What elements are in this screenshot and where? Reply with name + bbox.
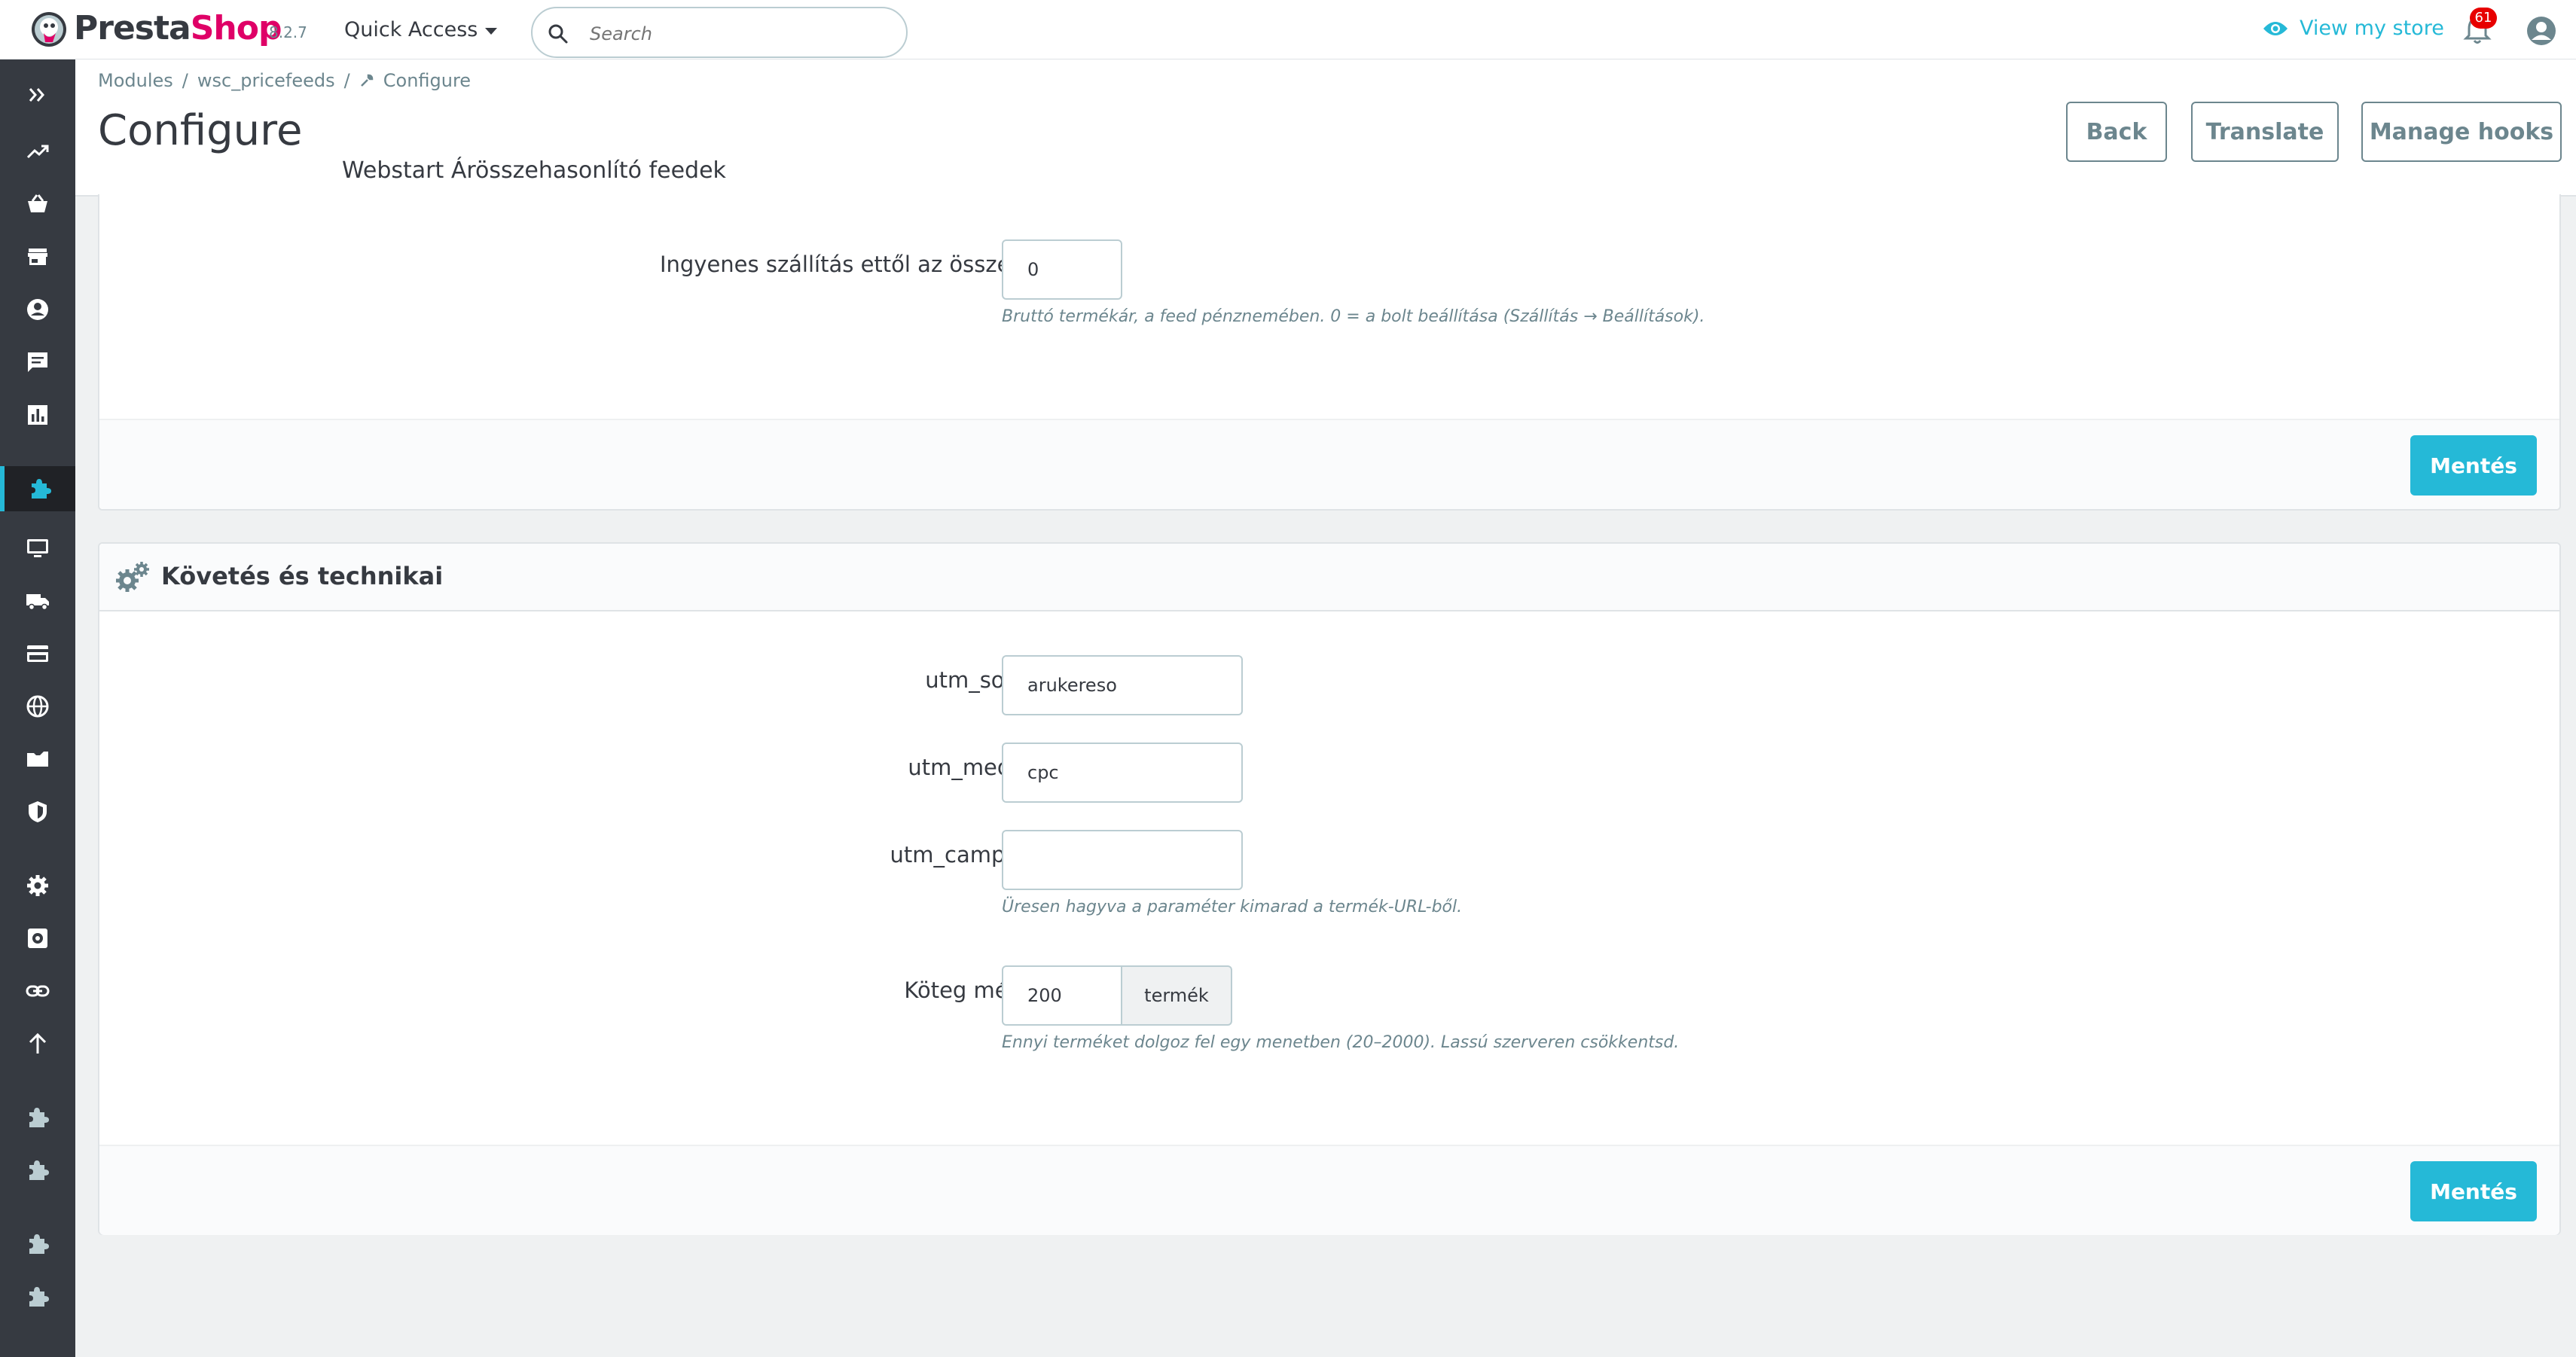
free-shipping-label: Ingyenes szállítás ettől az összegtől [659, 252, 1052, 277]
store-icon [28, 249, 47, 265]
breadcrumb-modules[interactable]: Modules [98, 70, 173, 91]
panel-footer: Mentés [99, 419, 2559, 509]
sidebar-item-customer-service[interactable] [0, 340, 75, 385]
panel-title: Követés és technikai [161, 562, 444, 590]
sidebar-item-payment[interactable] [0, 631, 75, 676]
batch-size-help: Ennyi terméket dolgoz fel egy menetben (… [1002, 1033, 1680, 1052]
sidebar-item-module-1[interactable] [0, 1095, 75, 1140]
chat-icon [28, 352, 47, 372]
notification-badge: 61 [2470, 8, 2497, 29]
sidebar-item-dashboard[interactable] [0, 129, 75, 174]
sidebar-item-international[interactable] [0, 684, 75, 729]
sidebar-item-security[interactable] [0, 789, 75, 834]
wrench-icon [360, 74, 374, 87]
panel-footer: Mentés [99, 1145, 2559, 1235]
page-header: Modules / wsc_pricefeeds / Configure Con… [75, 59, 2576, 197]
version-label: 8.2.7 [269, 23, 307, 41]
search-input[interactable] [590, 19, 891, 49]
sidebar-item-shop-parameters[interactable] [0, 863, 75, 908]
sidebar [0, 59, 75, 1357]
utm-campaign-help: Üresen hagyva a paraméter kimarad a term… [1002, 898, 1463, 916]
batch-size-input[interactable] [1002, 965, 1122, 1026]
sidebar-item-advanced-parameters[interactable] [0, 916, 75, 961]
sidebar-item-stats[interactable] [0, 392, 75, 438]
eye-icon [2263, 21, 2288, 35]
free-shipping-input[interactable] [1002, 239, 1122, 300]
shield-icon [29, 801, 47, 822]
caret-down-icon [485, 27, 498, 35]
sidebar-item-modules[interactable] [0, 466, 75, 511]
back-button[interactable]: Back [2066, 102, 2167, 162]
utm-medium-input[interactable] [1002, 743, 1243, 803]
view-store-link[interactable]: View my store [2262, 17, 2444, 40]
search-icon [548, 24, 568, 44]
gear-box-icon [28, 929, 47, 948]
sidebar-item-module-2[interactable] [0, 1148, 75, 1193]
sidebar-item-module-4[interactable] [0, 1274, 75, 1319]
utm-campaign-input[interactable] [1002, 830, 1243, 890]
sidebar-item-catalog[interactable] [0, 234, 75, 279]
sidebar-item-customers[interactable] [0, 287, 75, 332]
quick-access-label: Quick Access [344, 18, 478, 41]
search-box[interactable] [531, 7, 908, 58]
bar-chart-icon [28, 405, 47, 425]
account-circle-icon [27, 299, 48, 320]
view-store-label: View my store [2300, 17, 2444, 40]
gears-icon [116, 562, 149, 592]
sidebar-expand-icon[interactable] [0, 72, 75, 117]
free-shipping-help: Bruttó termékár, a feed pénznemében. 0 =… [1002, 307, 1705, 326]
globe-icon [26, 695, 49, 718]
brand-name[interactable]: PrestaShop [74, 9, 282, 47]
sidebar-item-links[interactable] [0, 968, 75, 1014]
shipping-settings-panel: Ingyenes szállítás ettől az összegtől Br… [98, 194, 2561, 511]
module-display-name: Webstart Árösszehasonlító feedek [342, 157, 726, 184]
shopping-basket-icon [28, 194, 47, 212]
gear-icon [27, 875, 48, 896]
utm-source-input[interactable] [1002, 655, 1243, 715]
prestashop-logo-icon[interactable] [30, 11, 68, 48]
puzzle-icon [29, 1287, 49, 1307]
puzzle-icon [29, 1234, 49, 1254]
batch-size-unit: termék [1122, 965, 1232, 1026]
top-header: PrestaShop 8.2.7 Quick Access View my st… [0, 0, 2576, 59]
breadcrumb-configure: Configure [383, 70, 472, 91]
page-title: Configure [98, 106, 303, 155]
sidebar-item-design[interactable] [0, 526, 75, 571]
sidebar-item-shipping[interactable] [0, 578, 75, 624]
folder-icon [27, 752, 48, 767]
breadcrumb-module-name[interactable]: wsc_pricefeeds [197, 70, 335, 91]
user-account-icon[interactable] [2526, 15, 2557, 47]
desktop-icon [27, 539, 48, 557]
sidebar-item-files[interactable] [0, 736, 75, 782]
quick-access-dropdown[interactable]: Quick Access [344, 18, 498, 41]
puzzle-icon [29, 1160, 49, 1180]
manage-hooks-button[interactable]: Manage hooks [2361, 102, 2562, 162]
link-icon [26, 985, 50, 997]
trending-up-icon [26, 145, 49, 159]
breadcrumb: Modules / wsc_pricefeeds / Configure [98, 70, 472, 91]
sidebar-item-orders[interactable] [0, 181, 75, 227]
puzzle-icon [32, 479, 51, 499]
save-button[interactable]: Mentés [2410, 435, 2537, 496]
credit-card-icon [27, 645, 48, 662]
save-button[interactable]: Mentés [2410, 1161, 2537, 1221]
translate-button[interactable]: Translate [2191, 102, 2339, 162]
truck-icon [26, 594, 49, 611]
arrow-up-icon [29, 1032, 47, 1054]
panel-header: Követés és technikai [99, 544, 2559, 611]
sidebar-item-module-3[interactable] [0, 1221, 75, 1267]
sidebar-item-upgrade[interactable] [0, 1021, 75, 1066]
puzzle-icon [29, 1108, 49, 1127]
tracking-settings-panel: Követés és technikai utm_source utm_medi… [98, 542, 2561, 1235]
